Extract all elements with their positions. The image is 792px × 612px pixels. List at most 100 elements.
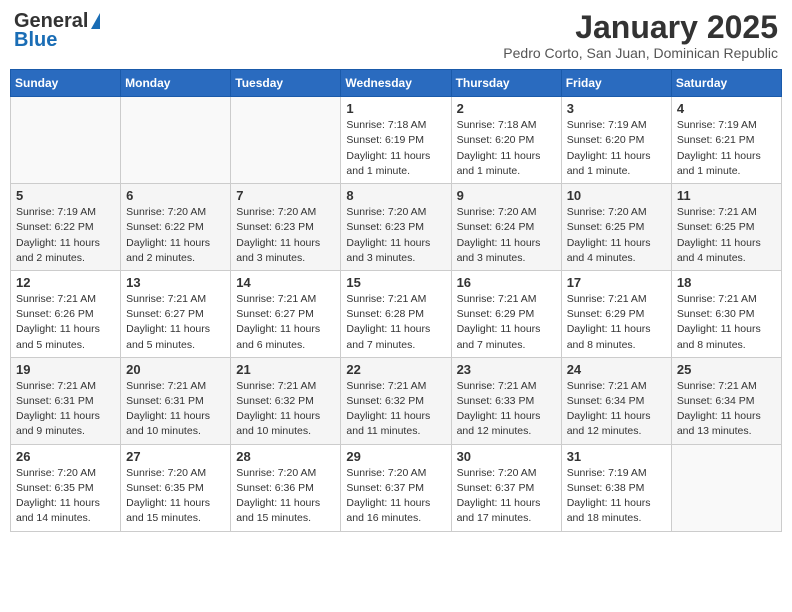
calendar-cell: 6 Sunrise: 7:20 AM Sunset: 6:22 PM Daylig… (121, 184, 231, 271)
day-info: Sunrise: 7:21 AM Sunset: 6:32 PM Dayligh… (236, 379, 335, 440)
day-number: 28 (236, 449, 335, 464)
col-saturday: Saturday (671, 70, 781, 97)
location-subtitle: Pedro Corto, San Juan, Dominican Republi… (503, 45, 778, 61)
calendar-cell: 25 Sunrise: 7:21 AM Sunset: 6:34 PM Dayli… (671, 357, 781, 444)
calendar-cell: 1Sunrise: 7:18 AM Sunset: 6:19 PM Daylig… (341, 97, 451, 184)
calendar-cell: 22 Sunrise: 7:21 AM Sunset: 6:32 PM Dayli… (341, 357, 451, 444)
day-number: 31 (567, 449, 666, 464)
logo-triangle-icon (91, 13, 100, 29)
calendar-cell: 19Sunrise: 7:21 AM Sunset: 6:31 PM Dayli… (11, 357, 121, 444)
calendar-cell: 21 Sunrise: 7:21 AM Sunset: 6:32 PM Dayli… (231, 357, 341, 444)
calendar-cell: 27 Sunrise: 7:20 AM Sunset: 6:35 PM Dayli… (121, 444, 231, 531)
day-info: Sunrise: 7:21 AM Sunset: 6:29 PM Dayligh… (457, 292, 556, 353)
calendar-header: Sunday Monday Tuesday Wednesday Thursday… (11, 70, 782, 97)
day-info: Sunrise: 7:21 AM Sunset: 6:28 PM Dayligh… (346, 292, 445, 353)
day-info: Sunrise: 7:18 AM Sunset: 6:20 PM Dayligh… (457, 118, 556, 179)
calendar-cell: 11Sunrise: 7:21 AM Sunset: 6:25 PM Dayli… (671, 184, 781, 271)
calendar-table: Sunday Monday Tuesday Wednesday Thursday… (10, 69, 782, 531)
day-number: 13 (126, 275, 225, 290)
day-info: Sunrise: 7:21 AM Sunset: 6:34 PM Dayligh… (677, 379, 776, 440)
day-number: 20 (126, 362, 225, 377)
calendar-week-row: 19 Sunrise: 7:21 AM Sunset: 6:31 PM Dayli… (11, 357, 782, 444)
calendar-cell (231, 97, 341, 184)
calendar-cell: 18 Sunrise: 7:21 AM Sunset: 6:30 PM Dayli… (671, 270, 781, 357)
day-info: Sunrise: 7:20 AM Sunset: 6:36 PM Dayligh… (236, 466, 335, 527)
calendar-cell: 4 Sunrise: 7:19 AM Sunset: 6:21 PM Daylig… (671, 97, 781, 184)
calendar-cell: 5Sunrise: 7:19 AM Sunset: 6:22 PM Daylig… (11, 184, 121, 271)
day-number: 15 (346, 275, 445, 290)
day-info: Sunrise: 7:20 AM Sunset: 6:25 PM Dayligh… (567, 205, 666, 266)
day-number: 24 (567, 362, 666, 377)
day-number: 10 (567, 188, 666, 203)
day-info: Sunrise: 7:20 AM Sunset: 6:23 PM Dayligh… (346, 205, 445, 266)
calendar-cell: 17 Sunrise: 7:21 AM Sunset: 6:29 PM Dayli… (561, 270, 671, 357)
day-number: 2 (457, 101, 556, 116)
calendar-cell: 13 Sunrise: 7:21 AM Sunset: 6:27 PM Dayli… (121, 270, 231, 357)
day-number: 26 (16, 449, 115, 464)
day-info: Sunrise: 7:20 AM Sunset: 6:23 PM Dayligh… (236, 205, 335, 266)
calendar-cell: 15 Sunrise: 7:21 AM Sunset: 6:28 PM Dayli… (341, 270, 451, 357)
day-number: 27 (126, 449, 225, 464)
col-sunday: Sunday (11, 70, 121, 97)
calendar-cell: 24 Sunrise: 7:21 AM Sunset: 6:34 PM Dayli… (561, 357, 671, 444)
day-info: Sunrise: 7:19 AM Sunset: 6:22 PM Dayligh… (16, 205, 115, 266)
day-number: 9 (457, 188, 556, 203)
day-info: Sunrise: 7:20 AM Sunset: 6:35 PM Dayligh… (16, 466, 115, 527)
day-number: 17 (567, 275, 666, 290)
day-info: Sunrise: 7:19 AM Sunset: 6:20 PM Dayligh… (567, 118, 666, 179)
day-info: Sunrise: 7:20 AM Sunset: 6:35 PM Dayligh… (126, 466, 225, 527)
day-info: Sunrise: 7:21 AM Sunset: 6:33 PM Dayligh… (457, 379, 556, 440)
day-info: Sunrise: 7:21 AM Sunset: 6:29 PM Dayligh… (567, 292, 666, 353)
day-info: Sunrise: 7:19 AM Sunset: 6:21 PM Dayligh… (677, 118, 776, 179)
day-info: Sunrise: 7:20 AM Sunset: 6:37 PM Dayligh… (346, 466, 445, 527)
col-thursday: Thursday (451, 70, 561, 97)
day-number: 4 (677, 101, 776, 116)
calendar-cell: 31 Sunrise: 7:19 AM Sunset: 6:38 PM Dayli… (561, 444, 671, 531)
month-title: January 2025 (503, 10, 778, 45)
day-info: Sunrise: 7:20 AM Sunset: 6:37 PM Dayligh… (457, 466, 556, 527)
day-info: Sunrise: 7:21 AM Sunset: 6:30 PM Dayligh… (677, 292, 776, 353)
calendar-cell: 9 Sunrise: 7:20 AM Sunset: 6:24 PM Daylig… (451, 184, 561, 271)
day-number: 8 (346, 188, 445, 203)
day-info: Sunrise: 7:21 AM Sunset: 6:34 PM Dayligh… (567, 379, 666, 440)
calendar-cell: 30 Sunrise: 7:20 AM Sunset: 6:37 PM Dayli… (451, 444, 561, 531)
day-info: Sunrise: 7:20 AM Sunset: 6:22 PM Dayligh… (126, 205, 225, 266)
calendar-week-row: 1Sunrise: 7:18 AM Sunset: 6:19 PM Daylig… (11, 97, 782, 184)
day-number: 18 (677, 275, 776, 290)
logo-blue: Blue (14, 29, 57, 52)
calendar-cell: 10 Sunrise: 7:20 AM Sunset: 6:25 PM Dayli… (561, 184, 671, 271)
calendar-cell: 29Sunrise: 7:20 AM Sunset: 6:37 PM Dayli… (341, 444, 451, 531)
day-info: Sunrise: 7:21 AM Sunset: 6:27 PM Dayligh… (126, 292, 225, 353)
col-monday: Monday (121, 70, 231, 97)
logo: General Blue (14, 10, 100, 52)
day-info: Sunrise: 7:21 AM Sunset: 6:32 PM Dayligh… (346, 379, 445, 440)
day-number: 22 (346, 362, 445, 377)
calendar-cell: 16Sunrise: 7:21 AM Sunset: 6:29 PM Dayli… (451, 270, 561, 357)
day-info: Sunrise: 7:21 AM Sunset: 6:26 PM Dayligh… (16, 292, 115, 353)
day-info: Sunrise: 7:20 AM Sunset: 6:24 PM Dayligh… (457, 205, 556, 266)
day-number: 6 (126, 188, 225, 203)
day-info: Sunrise: 7:21 AM Sunset: 6:31 PM Dayligh… (126, 379, 225, 440)
calendar-cell: 8 Sunrise: 7:20 AM Sunset: 6:23 PM Daylig… (341, 184, 451, 271)
col-wednesday: Wednesday (341, 70, 451, 97)
day-number: 21 (236, 362, 335, 377)
calendar-week-row: 12 Sunrise: 7:21 AM Sunset: 6:26 PM Dayli… (11, 270, 782, 357)
day-number: 1 (346, 101, 445, 116)
day-number: 25 (677, 362, 776, 377)
calendar-cell: 12 Sunrise: 7:21 AM Sunset: 6:26 PM Dayli… (11, 270, 121, 357)
day-info: Sunrise: 7:21 AM Sunset: 6:27 PM Dayligh… (236, 292, 335, 353)
day-info: Sunrise: 7:21 AM Sunset: 6:25 PM Dayligh… (677, 205, 776, 266)
day-number: 30 (457, 449, 556, 464)
day-number: 19 (16, 362, 115, 377)
day-number: 7 (236, 188, 335, 203)
calendar-cell: 26 Sunrise: 7:20 AM Sunset: 6:35 PM Dayli… (11, 444, 121, 531)
calendar-cell: 20 Sunrise: 7:21 AM Sunset: 6:31 PM Dayli… (121, 357, 231, 444)
day-info: Sunrise: 7:19 AM Sunset: 6:38 PM Dayligh… (567, 466, 666, 527)
calendar-cell: 7 Sunrise: 7:20 AM Sunset: 6:23 PM Daylig… (231, 184, 341, 271)
calendar-body: 1Sunrise: 7:18 AM Sunset: 6:19 PM Daylig… (11, 97, 782, 531)
page-header: General Blue January 2025 Pedro Corto, S… (10, 10, 782, 61)
calendar-cell: 3 Sunrise: 7:19 AM Sunset: 6:20 PM Daylig… (561, 97, 671, 184)
day-number: 3 (567, 101, 666, 116)
calendar-cell: 14Sunrise: 7:21 AM Sunset: 6:27 PM Dayli… (231, 270, 341, 357)
day-number: 12 (16, 275, 115, 290)
